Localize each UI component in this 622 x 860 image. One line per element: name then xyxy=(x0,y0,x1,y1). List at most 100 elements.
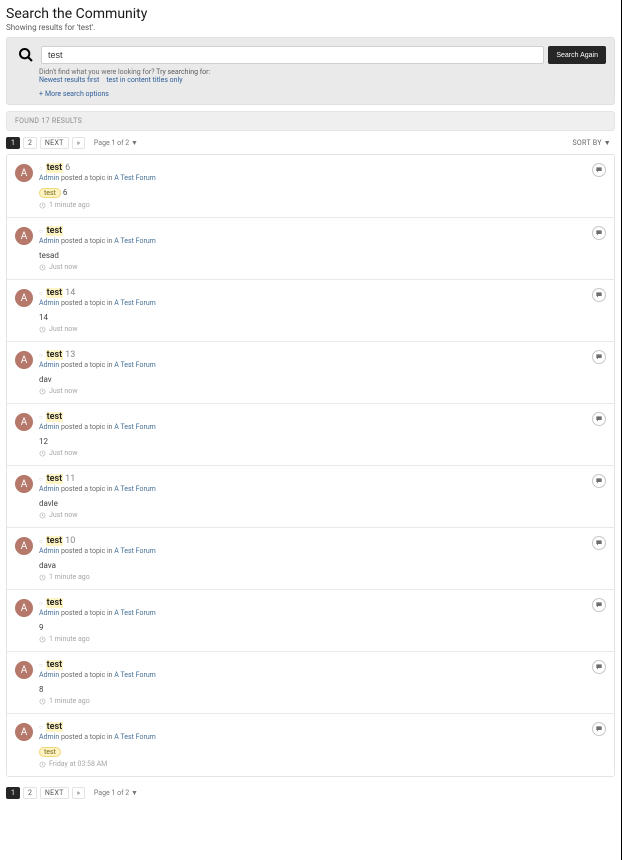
avatar[interactable]: A xyxy=(15,164,33,182)
result-body: ○test11Admin posted a topic in A Test Fo… xyxy=(39,474,606,519)
highlight: test xyxy=(46,350,64,360)
result-title-link[interactable]: test xyxy=(46,722,64,732)
page-button[interactable]: 2 xyxy=(23,137,37,149)
more-search-options[interactable]: +More search options xyxy=(39,90,606,98)
result-item: A○testAdmin posted a topic in A Test For… xyxy=(7,403,614,465)
clock-icon xyxy=(39,388,46,395)
search-hint-try: Try searching for: xyxy=(156,68,210,76)
result-title-link[interactable]: test xyxy=(46,598,64,608)
page-button[interactable]: 1 xyxy=(6,137,20,149)
page-next-button[interactable]: NEXT xyxy=(40,137,69,149)
result-time: 1 minute ago xyxy=(39,201,606,209)
topic-type-icon[interactable] xyxy=(592,474,606,488)
page-indicator[interactable]: Page 1 of 2 ▼ xyxy=(94,139,138,147)
results-list: A○test6Admin posted a topic in A Test Fo… xyxy=(6,154,615,777)
clock-icon xyxy=(39,512,46,519)
forum-link[interactable]: A Test Forum xyxy=(114,361,156,369)
result-title-row: ○test10 xyxy=(39,536,606,546)
result-title-row: ○test xyxy=(39,598,606,608)
highlight: test xyxy=(46,660,64,670)
sort-by-dropdown[interactable]: SORT BY ▼ xyxy=(572,139,611,147)
search-suggestion-link[interactable]: Newest results first xyxy=(39,76,99,84)
avatar[interactable]: A xyxy=(15,475,33,493)
author-link[interactable]: Admin xyxy=(39,361,59,369)
time-text: 1 minute ago xyxy=(49,697,90,705)
result-title-link[interactable]: test xyxy=(46,412,64,422)
avatar[interactable]: A xyxy=(15,227,33,245)
author-link[interactable]: Admin xyxy=(39,423,59,431)
result-body: ○test6Admin posted a topic in A Test For… xyxy=(39,163,606,209)
results-count-bar: FOUND 17 RESULTS xyxy=(6,111,615,131)
result-meta: Admin posted a topic in A Test Forum xyxy=(39,237,606,245)
author-link[interactable]: Admin xyxy=(39,299,59,307)
topic-type-icon[interactable] xyxy=(592,226,606,240)
page-last-button[interactable]: » xyxy=(72,787,85,799)
result-title-suffix: 10 xyxy=(65,536,75,546)
page-indicator[interactable]: Page 1 of 2 ▼ xyxy=(94,789,138,797)
avatar[interactable]: A xyxy=(15,413,33,431)
topic-type-icon[interactable] xyxy=(592,163,606,177)
topic-type-icon[interactable] xyxy=(592,412,606,426)
page-button[interactable]: 1 xyxy=(6,787,20,799)
search-suggestion-link[interactable]: test in content titles only xyxy=(106,76,182,84)
author-link[interactable]: Admin xyxy=(39,174,59,182)
forum-link[interactable]: A Test Forum xyxy=(114,237,156,245)
avatar[interactable]: A xyxy=(15,661,33,679)
highlight: test xyxy=(46,474,64,484)
author-link[interactable]: Admin xyxy=(39,609,59,617)
result-item: A ○test11Admin posted a topic in A Test F… xyxy=(7,465,614,527)
result-time: Just now xyxy=(39,325,606,333)
author-link[interactable]: Admin xyxy=(39,485,59,493)
result-title-link[interactable]: test13 xyxy=(46,350,76,360)
topic-type-icon[interactable] xyxy=(592,350,606,364)
forum-link[interactable]: A Test Forum xyxy=(114,423,156,431)
status-dot-icon: ○ xyxy=(39,228,43,235)
author-link[interactable]: Admin xyxy=(39,547,59,555)
topic-type-icon[interactable] xyxy=(592,660,606,674)
forum-link[interactable]: A Test Forum xyxy=(114,299,156,307)
forum-link[interactable]: A Test Forum xyxy=(114,609,156,617)
author-link[interactable]: Admin xyxy=(39,237,59,245)
search-hint: Didn't find what you were looking for? T… xyxy=(39,68,606,84)
avatar[interactable]: A xyxy=(15,537,33,555)
page-button[interactable]: 2 xyxy=(23,787,37,799)
result-title-link[interactable]: test11 xyxy=(46,474,76,484)
result-title-suffix: 14 xyxy=(65,288,75,298)
result-title-link[interactable]: test xyxy=(46,226,64,236)
avatar[interactable]: A xyxy=(15,723,33,741)
topic-type-icon[interactable] xyxy=(592,722,606,736)
result-title-link[interactable]: test14 xyxy=(46,288,76,298)
result-time: Just now xyxy=(39,511,606,519)
result-meta: Admin posted a topic in A Test Forum xyxy=(39,299,606,307)
avatar[interactable]: A xyxy=(15,351,33,369)
forum-link[interactable]: A Test Forum xyxy=(114,733,156,741)
topic-type-icon[interactable] xyxy=(592,536,606,550)
time-text: Just now xyxy=(49,325,77,333)
result-meta: Admin posted a topic in A Test Forum xyxy=(39,174,606,182)
time-text: 1 minute ago xyxy=(49,635,90,643)
search-again-button[interactable]: Search Again xyxy=(548,46,606,64)
page-subtitle: Showing results for 'test'. xyxy=(6,23,615,32)
chevron-down-icon: ▼ xyxy=(131,789,138,797)
author-link[interactable]: Admin xyxy=(39,733,59,741)
forum-link[interactable]: A Test Forum xyxy=(114,547,156,555)
result-snippet: test xyxy=(39,747,606,757)
result-title-link[interactable]: test xyxy=(46,660,64,670)
topic-type-icon[interactable] xyxy=(592,288,606,302)
result-snippet: 12 xyxy=(39,437,606,446)
topic-type-icon[interactable] xyxy=(592,598,606,612)
page-last-button[interactable]: » xyxy=(72,137,85,149)
result-title-link[interactable]: test10 xyxy=(46,536,76,546)
result-title-link[interactable]: test6 xyxy=(46,163,71,173)
page-next-button[interactable]: NEXT xyxy=(40,787,69,799)
forum-link[interactable]: A Test Forum xyxy=(114,485,156,493)
result-title-row: ○test14 xyxy=(39,288,606,298)
search-input[interactable] xyxy=(41,46,544,64)
result-item: A○test13Admin posted a topic in A Test F… xyxy=(7,341,614,403)
forum-link[interactable]: A Test Forum xyxy=(114,174,156,182)
clock-icon xyxy=(39,761,46,768)
avatar[interactable]: A xyxy=(15,289,33,307)
author-link[interactable]: Admin xyxy=(39,671,59,679)
forum-link[interactable]: A Test Forum xyxy=(114,671,156,679)
avatar[interactable]: A xyxy=(15,599,33,617)
